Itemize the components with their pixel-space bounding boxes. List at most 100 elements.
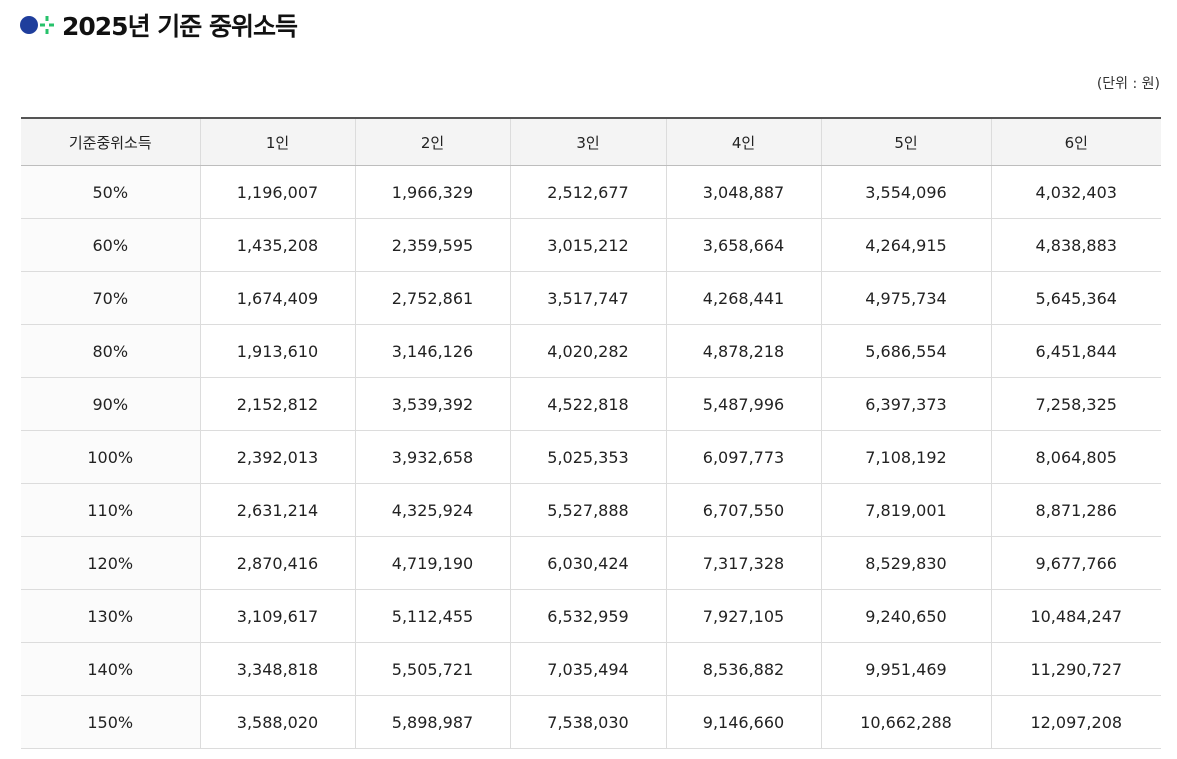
amount-cell: 2,392,013 xyxy=(199,430,355,484)
amount-cell: 2,512,677 xyxy=(509,165,666,219)
page-title: 2025년 기준 중위소득 xyxy=(62,12,298,41)
amount-cell: 7,258,325 xyxy=(990,377,1161,431)
table-row: 100% 2,392,013 3,932,658 5,025,353 6,097,773… xyxy=(21,430,1161,484)
table-row: 110% 2,631,214 4,325,924 5,527,888 6,707,550… xyxy=(21,483,1161,537)
median-income-table: 기준중위소득 1인 2인 3인 4인 5인 6인 50% 1,196,007 1,966,329… xyxy=(21,117,1161,749)
amount-cell: 5,686,554 xyxy=(820,324,991,378)
amount-cell: 9,146,660 xyxy=(665,695,821,749)
amount-cell: 3,146,126 xyxy=(354,324,510,378)
amount-cell: 6,707,550 xyxy=(665,483,821,537)
amount-cell: 8,529,830 xyxy=(820,536,991,590)
amount-cell: 7,927,105 xyxy=(665,589,821,643)
table-row: 90% 2,152,812 3,539,392 4,522,818 5,487,996 6… xyxy=(21,377,1161,431)
amount-cell: 5,645,364 xyxy=(990,271,1161,325)
amount-cell: 7,317,328 xyxy=(665,536,821,590)
percent-cell: 110% xyxy=(21,483,200,537)
amount-cell: 5,025,353 xyxy=(509,430,666,484)
amount-cell: 2,752,861 xyxy=(354,271,510,325)
amount-cell: 2,152,812 xyxy=(199,377,355,431)
amount-cell: 12,097,208 xyxy=(990,695,1161,749)
percent-cell: 100% xyxy=(21,430,200,484)
amount-cell: 6,532,959 xyxy=(509,589,666,643)
column-header-household: 4인 xyxy=(665,118,821,166)
percent-cell: 150% xyxy=(21,695,200,749)
amount-cell: 3,048,887 xyxy=(665,165,821,219)
amount-cell: 7,035,494 xyxy=(509,642,666,696)
column-header-percent: 기준중위소득 xyxy=(21,118,200,166)
amount-cell: 3,932,658 xyxy=(354,430,510,484)
amount-cell: 5,487,996 xyxy=(665,377,821,431)
table-row: 140% 3,348,818 5,505,721 7,035,494 8,536,882… xyxy=(21,642,1161,696)
percent-cell: 130% xyxy=(21,589,200,643)
amount-cell: 3,539,392 xyxy=(354,377,510,431)
blue-dot-green-plus-icon xyxy=(20,16,54,34)
amount-cell: 4,975,734 xyxy=(820,271,991,325)
table-row: 70% 1,674,409 2,752,861 3,517,747 4,268,441 4… xyxy=(21,271,1161,325)
amount-cell: 4,878,218 xyxy=(665,324,821,378)
amount-cell: 1,966,329 xyxy=(354,165,510,219)
amount-cell: 4,032,403 xyxy=(990,165,1161,219)
column-header-household: 3인 xyxy=(509,118,666,166)
percent-cell: 90% xyxy=(21,377,200,431)
amount-cell: 3,015,212 xyxy=(509,218,666,272)
column-header-household: 5인 xyxy=(820,118,991,166)
amount-cell: 8,536,882 xyxy=(665,642,821,696)
percent-cell: 140% xyxy=(21,642,200,696)
amount-cell: 4,719,190 xyxy=(354,536,510,590)
table-row: 50% 1,196,007 1,966,329 2,512,677 3,048,887 3… xyxy=(21,165,1161,219)
amount-cell: 10,484,247 xyxy=(990,589,1161,643)
amount-cell: 5,112,455 xyxy=(354,589,510,643)
table-row: 120% 2,870,416 4,719,190 6,030,424 7,317,328… xyxy=(21,536,1161,590)
amount-cell: 4,264,915 xyxy=(820,218,991,272)
amount-cell: 4,522,818 xyxy=(509,377,666,431)
column-header-household: 2인 xyxy=(354,118,510,166)
amount-cell: 9,677,766 xyxy=(990,536,1161,590)
amount-cell: 5,505,721 xyxy=(354,642,510,696)
table-row: 80% 1,913,610 3,146,126 4,020,282 4,878,218 5… xyxy=(21,324,1161,378)
percent-cell: 80% xyxy=(21,324,200,378)
table-row: 60% 1,435,208 2,359,595 3,015,212 3,658,664 4… xyxy=(21,218,1161,272)
amount-cell: 4,268,441 xyxy=(665,271,821,325)
amount-cell: 6,030,424 xyxy=(509,536,666,590)
percent-cell: 50% xyxy=(21,165,200,219)
amount-cell: 7,108,192 xyxy=(820,430,991,484)
amount-cell: 1,674,409 xyxy=(199,271,355,325)
amount-cell: 1,196,007 xyxy=(199,165,355,219)
percent-cell: 60% xyxy=(21,218,200,272)
amount-cell: 4,020,282 xyxy=(509,324,666,378)
page: 2025년 기준 중위소득 (단위 : 원) 기준중위소득 1인 2인 3인 4인 5인 6… xyxy=(0,0,1177,759)
amount-cell: 4,838,883 xyxy=(990,218,1161,272)
table-row: 150% 3,588,020 5,898,987 7,538,030 9,146,660… xyxy=(21,695,1161,749)
amount-cell: 3,588,020 xyxy=(199,695,355,749)
amount-cell: 3,658,664 xyxy=(665,218,821,272)
amount-cell: 8,064,805 xyxy=(990,430,1161,484)
amount-cell: 5,527,888 xyxy=(509,483,666,537)
amount-cell: 4,325,924 xyxy=(354,483,510,537)
amount-cell: 2,631,214 xyxy=(199,483,355,537)
amount-cell: 3,348,818 xyxy=(199,642,355,696)
table-header-row: 기준중위소득 1인 2인 3인 4인 5인 6인 xyxy=(21,118,1161,166)
table-body: 50% 1,196,007 1,966,329 2,512,677 3,048,887 3… xyxy=(21,165,1161,749)
amount-cell: 1,435,208 xyxy=(199,218,355,272)
amount-cell: 3,517,747 xyxy=(509,271,666,325)
amount-cell: 6,397,373 xyxy=(820,377,991,431)
percent-cell: 70% xyxy=(21,271,200,325)
amount-cell: 10,662,288 xyxy=(820,695,991,749)
percent-cell: 120% xyxy=(21,536,200,590)
amount-cell: 7,819,001 xyxy=(820,483,991,537)
amount-cell: 2,870,416 xyxy=(199,536,355,590)
amount-cell: 7,538,030 xyxy=(509,695,666,749)
unit-label: (단위 : 원) xyxy=(1096,76,1160,92)
column-header-household: 6인 xyxy=(990,118,1161,166)
amount-cell: 8,871,286 xyxy=(990,483,1161,537)
amount-cell: 3,554,096 xyxy=(820,165,991,219)
amount-cell: 2,359,595 xyxy=(354,218,510,272)
page-header: 2025년 기준 중위소득 xyxy=(20,8,298,42)
amount-cell: 5,898,987 xyxy=(354,695,510,749)
amount-cell: 6,451,844 xyxy=(990,324,1161,378)
amount-cell: 9,240,650 xyxy=(820,589,991,643)
amount-cell: 6,097,773 xyxy=(665,430,821,484)
table-row: 130% 3,109,617 5,112,455 6,532,959 7,927,105… xyxy=(21,589,1161,643)
amount-cell: 1,913,610 xyxy=(199,324,355,378)
amount-cell: 9,951,469 xyxy=(820,642,991,696)
